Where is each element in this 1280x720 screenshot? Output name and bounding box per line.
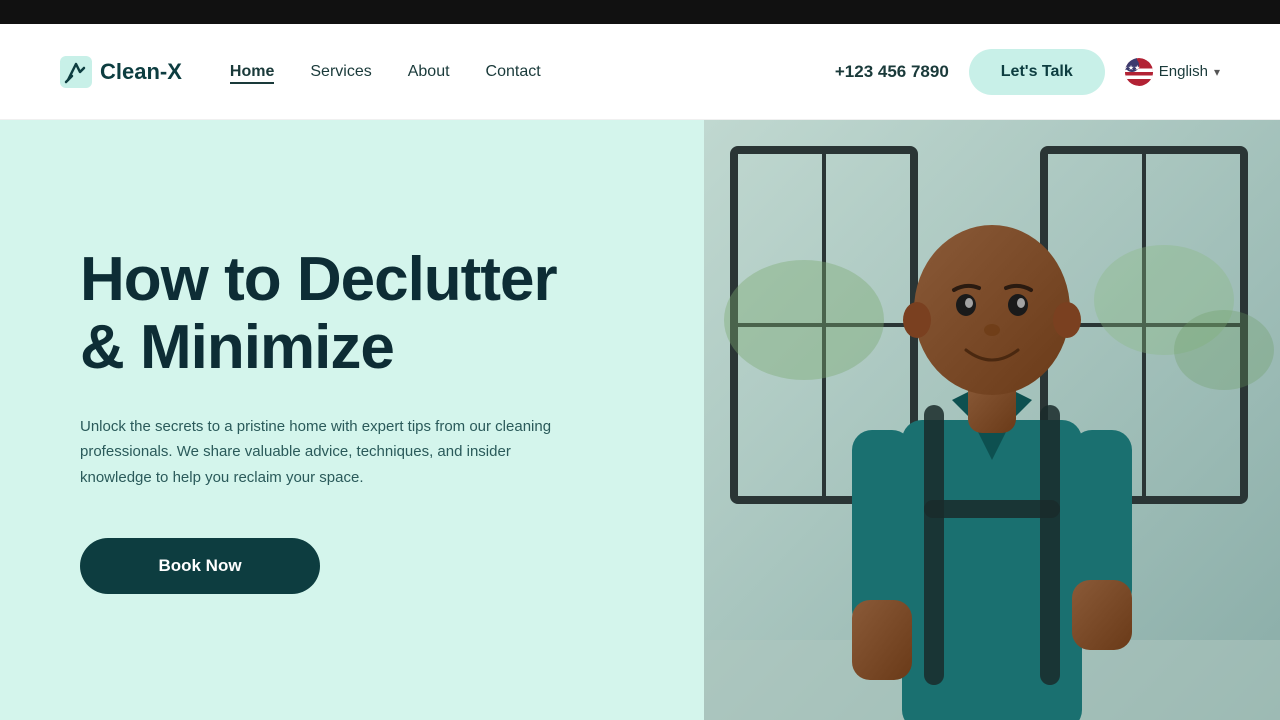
- nav-item-contact[interactable]: Contact: [486, 63, 541, 81]
- hero-left: How to Declutter & Minimize Unlock the s…: [0, 120, 704, 720]
- hero-image: [704, 120, 1280, 720]
- nav-links: Home Services About Contact: [230, 63, 541, 81]
- logo-icon: [60, 56, 92, 88]
- nav-left: Clean-X Home Services About Contact: [60, 56, 541, 88]
- lets-talk-button[interactable]: Let's Talk: [969, 49, 1105, 95]
- logo[interactable]: Clean-X: [60, 56, 182, 88]
- hero-title-line2: & Minimize: [80, 313, 394, 382]
- language-label: English: [1159, 63, 1208, 80]
- nav-link-contact[interactable]: Contact: [486, 63, 541, 80]
- nav-link-home[interactable]: Home: [230, 63, 274, 84]
- hero-subtitle: Unlock the secrets to a pristine home wi…: [80, 414, 560, 491]
- svg-text:★★★: ★★★: [1125, 63, 1140, 71]
- logo-text: Clean-X: [100, 59, 182, 85]
- nav-item-home[interactable]: Home: [230, 63, 274, 81]
- us-flag-icon: ★★★: [1125, 58, 1153, 86]
- nav-link-about[interactable]: About: [408, 63, 450, 80]
- navbar: Clean-X Home Services About Contact +123…: [0, 24, 1280, 120]
- background-windows-svg: [704, 120, 1280, 720]
- language-selector[interactable]: ★★★ English ▾: [1125, 58, 1220, 86]
- top-bar: [0, 0, 1280, 24]
- hero-section: How to Declutter & Minimize Unlock the s…: [0, 120, 1280, 720]
- nav-item-services[interactable]: Services: [310, 63, 371, 81]
- hero-right: [704, 120, 1280, 720]
- hero-title: How to Declutter & Minimize: [80, 246, 624, 382]
- nav-link-services[interactable]: Services: [310, 63, 371, 80]
- nav-right: +123 456 7890 Let's Talk ★★★ English ▾: [835, 49, 1220, 95]
- phone-number: +123 456 7890: [835, 62, 949, 82]
- hero-title-line1: How to Declutter: [80, 245, 557, 314]
- chevron-down-icon: ▾: [1214, 65, 1220, 79]
- book-now-button[interactable]: Book Now: [80, 538, 320, 594]
- nav-item-about[interactable]: About: [408, 63, 450, 81]
